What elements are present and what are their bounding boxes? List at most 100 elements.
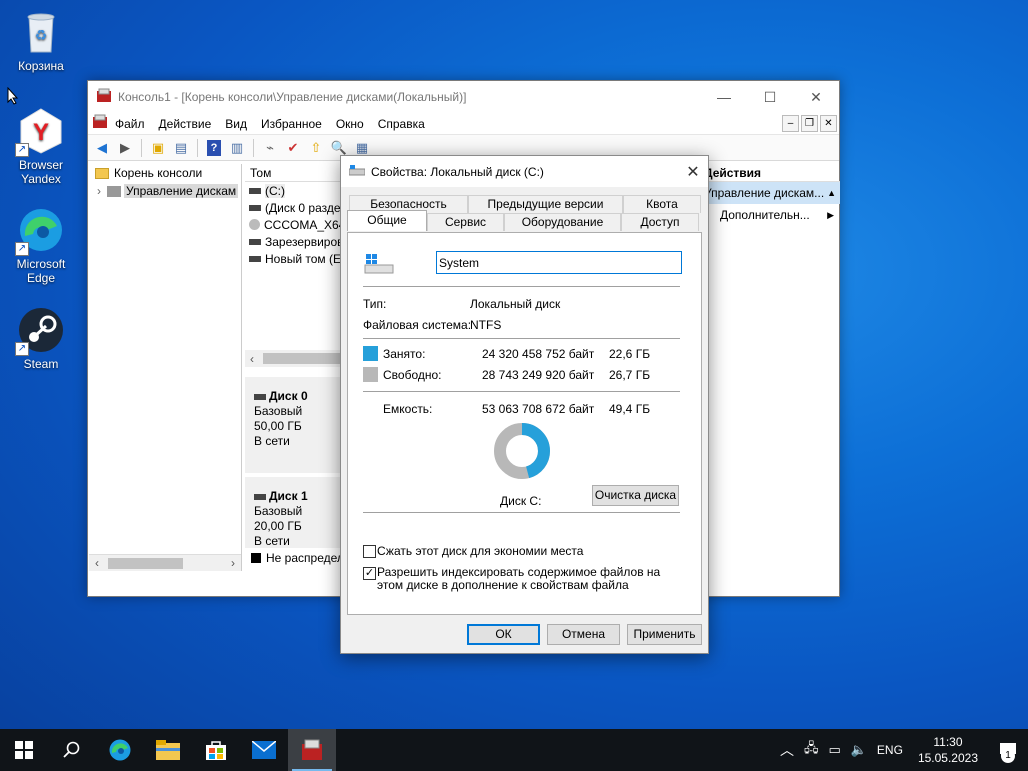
maximize-button[interactable]: ☐ xyxy=(747,82,793,112)
chevron-right-icon[interactable]: › xyxy=(97,184,101,198)
disk-0-header[interactable]: Диск 0 Базовый 50,00 ГБ В сети xyxy=(245,377,355,473)
taskbar-edge[interactable] xyxy=(96,729,144,771)
capacity-bytes: 53 063 708 672 байт xyxy=(482,402,595,416)
usage-donut-chart xyxy=(492,421,552,484)
tab-quota[interactable]: Квота xyxy=(623,195,701,213)
mmc-app-icon xyxy=(96,88,112,107)
volume-row[interactable]: Новый том (E xyxy=(245,250,355,267)
collapse-up-icon[interactable]: ▲ xyxy=(827,188,836,198)
volume-row[interactable]: (C:) xyxy=(245,182,355,199)
tree-node-disk-management[interactable]: › Управление дискам xyxy=(89,182,241,200)
volume-icon[interactable]: 🔈 xyxy=(851,742,867,758)
window-title: Консоль1 - [Корень консоли\Управление ди… xyxy=(118,90,467,104)
shortcut-arrow-icon: ↗ xyxy=(15,242,29,256)
connect-icon[interactable]: ⌁ xyxy=(260,138,280,158)
desktop-icon-label: Steam xyxy=(23,357,59,371)
desktop-icon-yandex[interactable]: Y ↗ Browser Yandex xyxy=(1,107,81,186)
action-more[interactable]: Дополнительн... ▶ xyxy=(700,204,840,226)
taskbar-mmc[interactable] xyxy=(288,729,336,771)
forward-arrow-icon[interactable]: ▶ xyxy=(115,138,135,158)
disk-management-icon xyxy=(107,185,121,197)
scroll-thumb[interactable] xyxy=(263,353,343,364)
menu-view[interactable]: Вид xyxy=(218,117,254,131)
properties-dialog: Свойства: Локальный диск (C:) ✕ Безопасн… xyxy=(340,155,709,654)
tab-hardware[interactable]: Оборудование xyxy=(504,213,621,231)
taskbar: ︿ 🖧 ▭ 🔈 ENG 11:30 15.05.2023 1 xyxy=(0,729,1028,771)
index-label[interactable]: Разрешить индексировать содержимое файло… xyxy=(377,566,677,592)
up-folder-icon[interactable]: ▣ xyxy=(148,138,168,158)
notification-center-button[interactable]: 1 xyxy=(988,729,1028,771)
desktop-icon-recycle-bin[interactable]: ♻ Корзина xyxy=(1,8,81,73)
close-button[interactable]: ✕ xyxy=(793,82,839,112)
disk-cleanup-button[interactable]: Очистка диска xyxy=(592,485,679,506)
edge-icon xyxy=(109,739,131,761)
mdi-restore-button[interactable]: ❐ xyxy=(801,115,818,132)
dialog-titlebar[interactable]: Свойства: Локальный диск (C:) ✕ xyxy=(341,156,708,187)
menu-app-icon[interactable] xyxy=(92,114,108,133)
tab-tools[interactable]: Сервис xyxy=(427,213,504,231)
menu-help[interactable]: Справка xyxy=(371,117,432,131)
tree-node-root[interactable]: Корень консоли xyxy=(89,164,241,182)
compress-label[interactable]: Сжать этот диск для экономии места xyxy=(377,544,583,558)
windows-logo-icon xyxy=(15,741,33,759)
mmc-icon xyxy=(302,739,322,760)
help-icon[interactable]: ? xyxy=(204,138,224,158)
mouse-cursor-icon xyxy=(7,86,19,108)
tab-sharing[interactable]: Доступ xyxy=(621,213,699,231)
minimize-button[interactable]: — xyxy=(701,82,747,112)
dialog-close-button[interactable]: ✕ xyxy=(678,162,708,182)
show-action-pane-icon[interactable]: ▥ xyxy=(227,138,247,158)
ok-button[interactable]: ОК xyxy=(467,624,540,645)
actions-group-disk-management[interactable]: Управление дискам... ▲ xyxy=(700,182,840,204)
volume-row[interactable]: CCCOMA_X64 xyxy=(245,216,355,233)
tab-general[interactable]: Общие xyxy=(347,210,427,231)
taskbar-mail[interactable] xyxy=(240,729,288,771)
show-hidden-icons-icon[interactable]: ︿ xyxy=(780,740,794,760)
menu-action[interactable]: Действие xyxy=(152,117,219,131)
compress-checkbox[interactable] xyxy=(363,545,376,558)
edge-icon: ↗ xyxy=(15,206,65,256)
checklist-icon[interactable]: ✔ xyxy=(283,138,303,158)
svg-text:♻: ♻ xyxy=(35,27,48,43)
actions-pane: Действия Управление дискам... ▲ Дополнит… xyxy=(700,164,840,571)
type-value: Локальный диск xyxy=(470,297,561,311)
scroll-thumb[interactable] xyxy=(108,557,183,569)
show-hide-tree-icon[interactable]: ▤ xyxy=(171,138,191,158)
free-gb: 26,7 ГБ xyxy=(609,368,651,382)
mmc-titlebar[interactable]: Консоль1 - [Корень консоли\Управление ди… xyxy=(88,81,839,113)
disk-1-header[interactable]: Диск 1 Базовый 20,00 ГБ В сети xyxy=(245,477,355,548)
legend-unallocated: Не распредел xyxy=(245,548,355,568)
index-checkbox[interactable]: ✓ xyxy=(363,567,376,580)
tab-previous-versions[interactable]: Предыдущие версии xyxy=(468,195,623,213)
start-button[interactable] xyxy=(0,729,48,771)
scroll-right-icon[interactable]: › xyxy=(225,556,241,570)
mdi-minimize-button[interactable]: – xyxy=(782,115,799,132)
desktop-icon-edge[interactable]: ↗ Microsoft Edge xyxy=(1,206,81,285)
taskbar-explorer[interactable] xyxy=(144,729,192,771)
desktop-icon-steam[interactable]: ↗ Steam xyxy=(1,306,81,371)
scroll-left-icon[interactable]: ‹ xyxy=(245,352,259,366)
menu-favorites[interactable]: Избранное xyxy=(254,117,329,131)
volume-row[interactable]: (Диск 0 разде xyxy=(245,199,355,216)
menu-window[interactable]: Окно xyxy=(329,117,371,131)
cancel-button[interactable]: Отмена xyxy=(547,624,620,645)
volume-name-input[interactable] xyxy=(436,251,682,274)
clock[interactable]: 11:30 15.05.2023 xyxy=(918,734,978,766)
back-arrow-icon[interactable]: ◀ xyxy=(92,138,112,158)
search-button[interactable] xyxy=(48,729,96,771)
volume-column-header[interactable]: Том xyxy=(245,164,355,182)
mdi-close-button[interactable]: ✕ xyxy=(820,115,837,132)
menu-file[interactable]: Файл xyxy=(108,117,152,131)
unallocated-swatch xyxy=(251,553,261,563)
network-icon[interactable]: 🖧 xyxy=(804,739,819,761)
folder-up-icon[interactable]: ⇧ xyxy=(306,138,326,158)
touchpad-icon[interactable]: ▭ xyxy=(828,742,840,758)
language-indicator[interactable]: ENG xyxy=(877,743,903,757)
volume-row[interactable]: Зарезервиров xyxy=(245,233,355,250)
tree-hscrollbar[interactable]: ‹ › xyxy=(89,554,241,571)
free-label: Свободно: xyxy=(383,368,442,382)
apply-button[interactable]: Применить xyxy=(627,624,702,645)
scroll-left-icon[interactable]: ‹ xyxy=(89,556,105,570)
volume-hscrollbar[interactable]: ‹ xyxy=(245,350,355,367)
taskbar-store[interactable] xyxy=(192,729,240,771)
